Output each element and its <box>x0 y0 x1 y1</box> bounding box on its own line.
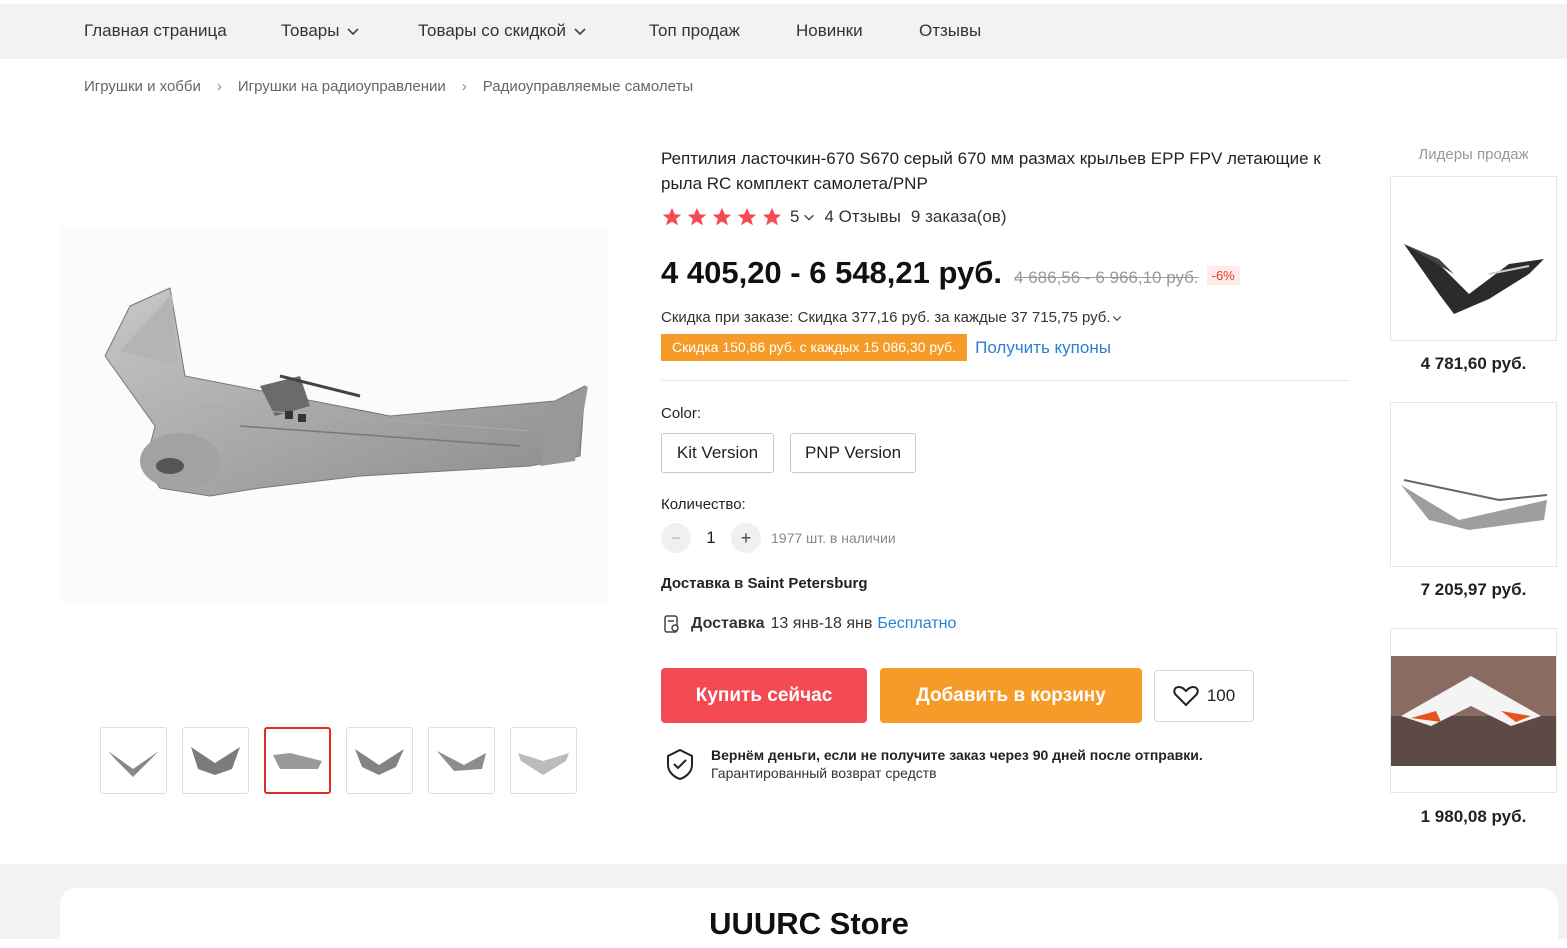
gray-wing-image <box>1400 478 1547 530</box>
nav-products-label: Товары <box>281 21 340 40</box>
coupon-row: Скидка 150,86 руб. с каждых 15 086,30 ру… <box>661 334 1111 361</box>
add-to-cart-button[interactable]: Добавить в корзину <box>880 668 1142 723</box>
star-icon <box>662 207 682 226</box>
bestsellers-title: Лидеры продаж <box>1418 146 1529 163</box>
ship-to[interactable]: Доставка в Saint Petersburg <box>661 575 868 592</box>
heart-icon <box>1173 685 1199 707</box>
thumbnail[interactable] <box>182 727 249 794</box>
star-icon <box>687 207 707 226</box>
color-label: Color: <box>661 405 702 422</box>
thumbnail[interactable] <box>346 727 413 794</box>
orders-count: 9 заказа(ов) <box>910 207 1007 226</box>
breadcrumb-item[interactable]: Игрушки на радиоуправлении <box>238 78 446 95</box>
top-nav: Главная страница Товары Товары со скидко… <box>0 4 1567 59</box>
breadcrumb-item[interactable]: Радиоуправляемые самолеты <box>483 78 693 95</box>
star-icon <box>737 207 757 226</box>
shipping-dates: 13 янв-18 янв <box>770 615 873 632</box>
chevron-down-icon <box>1112 315 1121 321</box>
nav-new[interactable]: Новинки <box>796 21 863 41</box>
white-wing-image <box>1391 655 1556 766</box>
plane-thumbnail-icon <box>355 748 404 775</box>
rating-value[interactable]: 5 <box>790 207 799 227</box>
price-row: 4 405,20 - 6 548,21 руб. 4 686,56 - 6 96… <box>661 255 1240 291</box>
nav-top-sales[interactable]: Топ продаж <box>649 21 740 41</box>
shipping-row: Доставка 13 янв-18 янв Бесплатно <box>663 614 956 634</box>
delivery-icon <box>664 615 679 633</box>
nav-discounted-label: Товары со скидкой <box>418 21 567 40</box>
quantity-stepper: − 1 + 1977 шт. в наличии <box>661 523 896 553</box>
thumbnail[interactable] <box>510 727 577 794</box>
store-name[interactable]: UUURC Store <box>709 906 909 942</box>
wishlist-count: 100 <box>1206 686 1236 705</box>
color-option-kit[interactable]: Kit Version <box>661 433 774 473</box>
decrease-button[interactable]: − <box>661 523 691 553</box>
guarantee-subtitle: Гарантированный возврат средств <box>711 765 937 781</box>
nav-discounted[interactable]: Товары со скидкой <box>418 21 588 41</box>
chevron-down-icon <box>574 28 586 36</box>
thumbnail[interactable] <box>428 727 495 794</box>
chevron-down-icon <box>347 28 360 36</box>
quantity-label: Количество: <box>661 496 746 513</box>
order-discount-text: Скидка при заказе: Скидка 377,16 руб. за… <box>661 309 1111 326</box>
discount-badge: -6% <box>1206 266 1240 285</box>
breadcrumb-item[interactable]: Игрушки и хобби <box>84 78 201 95</box>
wishlist-button[interactable]: 100 <box>1154 670 1254 722</box>
divider <box>661 380 1350 381</box>
nav-top-sales-label: Топ продаж <box>649 21 740 40</box>
product-title: Рептилия ласточкин-670 S670 серый 670 мм… <box>661 149 1321 193</box>
chevron-right-icon: › <box>461 78 467 95</box>
chevron-right-icon: › <box>216 78 222 95</box>
plane-thumbnail-icon <box>191 746 240 775</box>
shipping-label: Доставка <box>691 615 765 632</box>
increase-button[interactable]: + <box>731 523 761 553</box>
thumbnail-active[interactable] <box>264 727 331 794</box>
nav-home-label: Главная страница <box>84 21 227 40</box>
old-price: 4 686,56 - 6 966,10 руб. <box>1014 268 1199 287</box>
price: 4 405,20 - 6 548,21 руб. <box>661 255 1003 290</box>
bestseller-card[interactable] <box>1390 628 1557 793</box>
stock-text: 1977 шт. в наличии <box>771 530 896 546</box>
shipping-price: Бесплатно <box>877 615 957 632</box>
nav-home[interactable]: Главная страница <box>84 21 227 41</box>
thumbnail[interactable] <box>100 727 167 794</box>
rating-row: 5 4 Отзывы 9 заказа(ов) <box>661 206 1006 228</box>
shield-check-icon <box>667 748 693 781</box>
bestseller-price: 7 205,97 руб. <box>1420 580 1527 599</box>
thumbnail-strip <box>100 727 577 794</box>
bestseller-card[interactable] <box>1390 402 1557 567</box>
get-coupons-link[interactable]: Получить купоны <box>975 338 1111 358</box>
nav-products[interactable]: Товары <box>281 21 361 41</box>
breadcrumb: Игрушки и хобби › Игрушки на радиоуправл… <box>84 78 693 95</box>
plane-thumbnail-icon <box>437 750 486 771</box>
plane-thumbnail-icon <box>518 752 569 775</box>
chevron-down-icon[interactable] <box>802 210 816 224</box>
bestseller-card[interactable] <box>1390 176 1557 341</box>
plane-thumbnail-icon <box>273 752 322 769</box>
black-wing-image <box>1403 243 1544 314</box>
star-icon <box>762 207 782 226</box>
bestseller-price: 4 781,60 руб. <box>1420 354 1527 373</box>
nav-new-label: Новинки <box>796 21 863 40</box>
coupon-tag: Скидка 150,86 руб. с каждых 15 086,30 ру… <box>661 334 968 361</box>
buyer-protection: Вернём деньги, если не получите заказ че… <box>665 747 1203 781</box>
nav-reviews[interactable]: Отзывы <box>919 21 981 41</box>
guarantee-title: Вернём деньги, если не получите заказ че… <box>711 747 1203 763</box>
quantity-value[interactable]: 1 <box>691 528 731 548</box>
reviews-count[interactable]: 4 Отзывы <box>824 207 900 227</box>
plane-thumbnail-icon <box>108 750 159 777</box>
nav-reviews-label: Отзывы <box>919 21 982 40</box>
star-icon <box>712 207 732 226</box>
store-card: UUURC Store <box>60 888 1558 948</box>
flying-wing-image <box>104 287 588 497</box>
color-option-pnp[interactable]: PNP Version <box>790 433 916 473</box>
buy-now-button[interactable]: Купить сейчас <box>661 668 867 723</box>
bestsellers-sidebar: Лидеры продаж <box>1390 146 1557 163</box>
order-discount[interactable]: Скидка при заказе: Скидка 377,16 руб. за… <box>661 309 1123 326</box>
main-product-image[interactable] <box>60 226 608 604</box>
bestseller-price: 1 980,08 руб. <box>1420 807 1527 826</box>
